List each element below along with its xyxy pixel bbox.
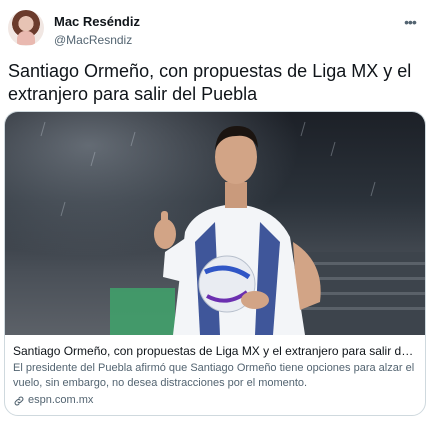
link-card[interactable]: Santiago Ormeño, con propuestas de Liga … xyxy=(4,111,426,416)
more-options-icon[interactable]: ••• xyxy=(400,14,420,30)
link-icon xyxy=(14,396,24,405)
player-photo xyxy=(5,112,425,335)
author-handle[interactable]: @MacResndiz xyxy=(54,33,132,47)
card-title[interactable]: Santiago Ormeño, con propuestas de Liga … xyxy=(13,343,417,359)
card-domain: espn.com.mx xyxy=(28,394,94,406)
avatar[interactable] xyxy=(8,10,44,46)
author-name[interactable]: Mac Reséndiz xyxy=(54,14,140,29)
card-domain-row[interactable]: espn.com.mx xyxy=(13,393,417,408)
tweet-header: Mac Reséndiz @MacResndiz ••• xyxy=(8,8,422,48)
card-image[interactable] xyxy=(5,112,425,335)
tweet-text: Santiago Ormeño, con propuestas de Liga … xyxy=(8,61,412,104)
card-text[interactable]: Santiago Ormeño, con propuestas de Liga … xyxy=(13,343,417,408)
card-description: El presidente del Puebla afirmó que Sant… xyxy=(13,362,415,389)
